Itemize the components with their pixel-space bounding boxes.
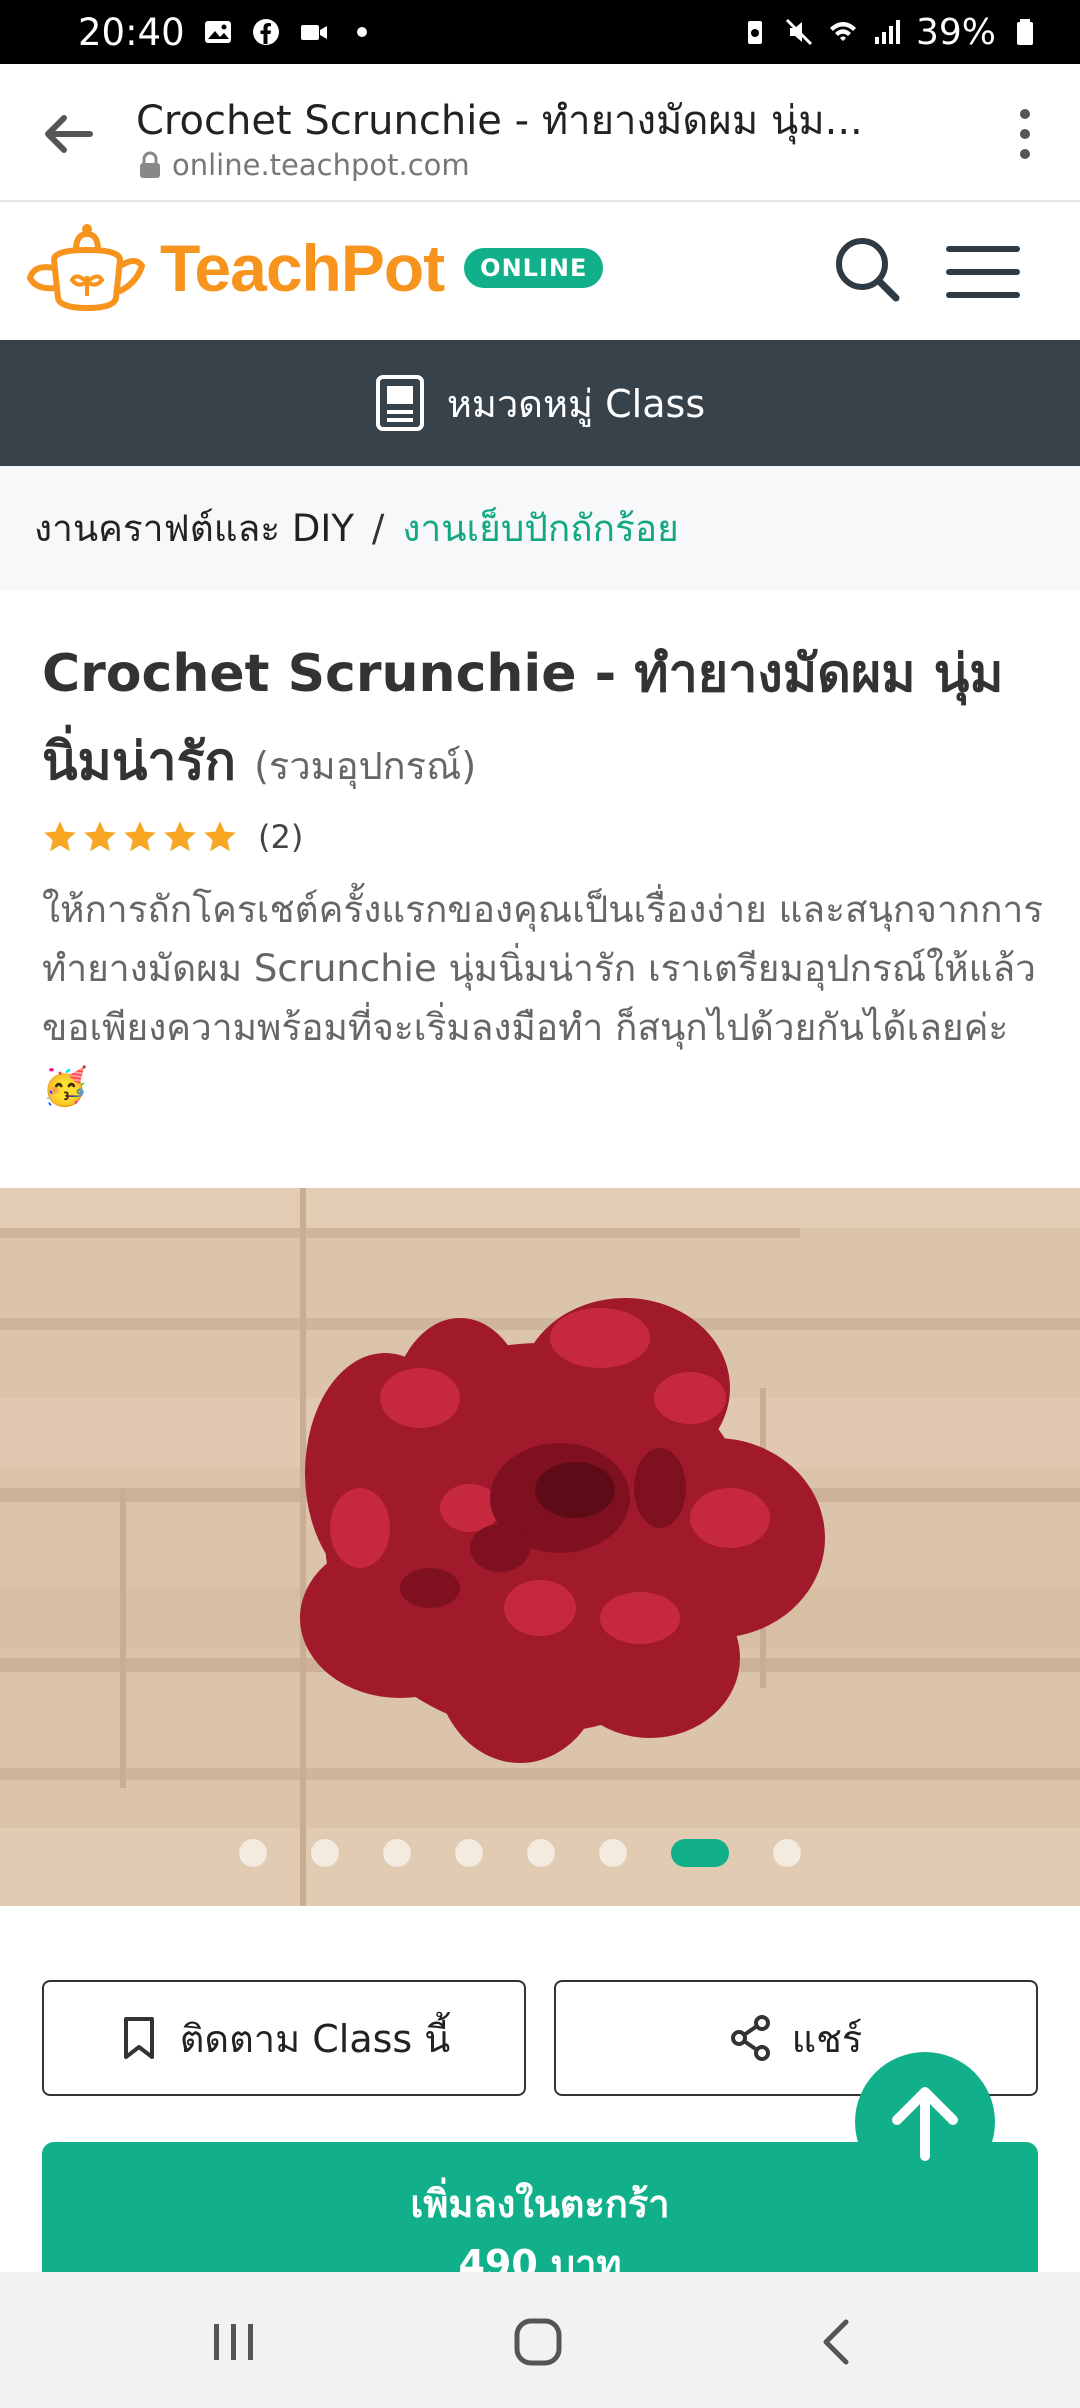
lock-icon [140,151,160,178]
star-icon [44,821,76,852]
carousel-dots [0,1838,1080,1868]
status-time: 20:40 [78,10,185,54]
star-icon [124,821,156,852]
carousel-dot[interactable] [455,1839,483,1867]
status-bar: 20:40 39% [0,0,1080,64]
brand-name: TeachPot [160,231,445,305]
wifi-icon [829,22,856,41]
browser-page-title[interactable]: Crochet Scrunchie - ทำยางมัดผม นุ่ม... [136,88,896,152]
breadcrumb-separator: / [371,506,385,550]
search-icon[interactable] [832,234,902,304]
carousel-dot[interactable] [383,1839,411,1867]
arrow-left-icon[interactable] [40,106,96,162]
battery-saver-icon [747,21,762,44]
browser-url-text: online.teachpot.com [172,148,470,182]
category-bar-label: หมวดหมู่ Class [446,381,706,426]
course-title-note: (รวมอุปกรณ์) [254,744,477,788]
home-icon[interactable] [508,2312,568,2372]
carousel-dot-active[interactable] [671,1839,729,1867]
star-icon [84,821,116,852]
more-vertical-icon[interactable] [1000,104,1050,164]
gallery-icon [204,21,231,43]
document-icon [375,375,424,431]
facebook-icon [252,19,279,45]
course-title-text: Crochet Scrunchie - ทำยางมัดผม นุ่มนิ่มน… [42,644,1004,792]
star-icon [204,821,236,852]
image-carousel[interactable] [0,1188,1080,1906]
carousel-dot[interactable] [311,1839,339,1867]
product-photo [0,1188,1080,1906]
battery-icon [1017,19,1033,45]
browser-address-bar: Crochet Scrunchie - ทำยางมัดผม นุ่ม... o… [0,64,1080,202]
add-to-cart-label: เพิ่มลงในตะกร้า [410,2182,670,2226]
teapot-logo-icon [26,224,146,312]
signal-icon [874,20,900,44]
course-title: Crochet Scrunchie - ทำยางมัดผม นุ่มนิ่มน… [42,630,1042,810]
android-nav-bar [0,2272,1080,2408]
course-description: ให้การถักโครเชต์ครั้งแรกของคุณเป็นเรื่อง… [42,888,1044,1108]
teachpot-logo[interactable]: TeachPot ONLINE [24,220,604,316]
back-nav-icon[interactable] [808,2312,868,2372]
carousel-dot[interactable] [527,1839,555,1867]
arrow-up-icon [892,2087,958,2161]
bookmark-icon [123,2017,154,2059]
carousel-dot[interactable] [599,1839,627,1867]
category-bar[interactable]: หมวดหมู่ Class [0,340,1080,466]
site-header: TeachPot ONLINE [0,202,1080,340]
share-label: แชร์ [791,2016,863,2061]
breadcrumb-item-craft-diy[interactable]: งานคราฟต์และ DIY [34,499,354,558]
video-icon [300,25,327,40]
follow-class-button[interactable]: ติดตาม Class นี้ [42,1980,526,2096]
scroll-to-top-button[interactable] [855,2052,995,2192]
dot-icon [356,27,367,37]
star-icon [164,821,196,852]
review-count: (2) [258,818,304,856]
follow-class-label: ติดตาม Class นี้ [179,2016,451,2061]
mute-icon [785,18,813,46]
carousel-dot[interactable] [773,1839,801,1867]
carousel-dot[interactable] [239,1839,267,1867]
recent-apps-icon[interactable] [204,2312,264,2372]
rating-stars [42,819,238,855]
share-icon [730,2015,770,2061]
rating[interactable]: (2) [42,818,303,856]
breadcrumb-item-sewing[interactable]: งานเย็บปักถักร้อย [402,499,678,558]
browser-url[interactable]: online.teachpot.com [138,148,470,182]
online-badge: ONLINE [464,248,604,288]
battery-percent: 39% [915,11,996,53]
breadcrumb: งานคราฟต์และ DIY / งานเย็บปักถักร้อย [0,466,1080,590]
hamburger-menu-icon[interactable] [946,244,1020,300]
